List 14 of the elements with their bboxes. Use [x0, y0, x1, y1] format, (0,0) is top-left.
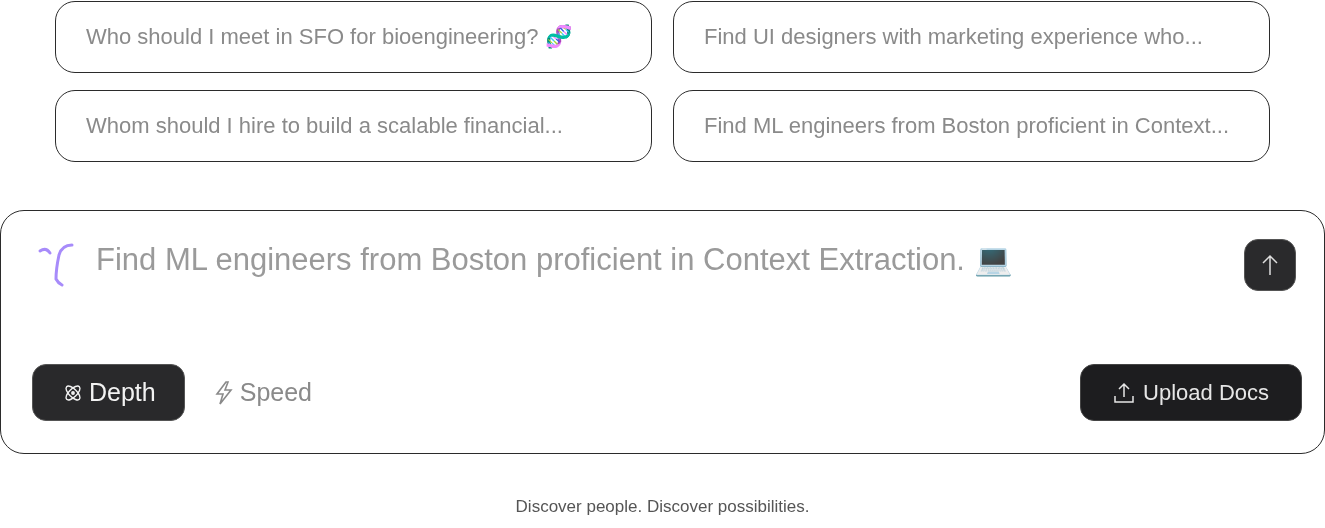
send-button[interactable] — [1244, 239, 1296, 291]
suggestion-card[interactable]: Who should I meet in SFO for bioengineering? 🧬 — [55, 1, 652, 73]
upload-icon — [1113, 381, 1136, 404]
suggestion-card[interactable]: Whom should I hire to build a scalable financial... — [55, 90, 652, 162]
tagline: Discover people. Discover possibilities. — [514, 497, 811, 517]
arrow-up-icon — [1261, 254, 1279, 276]
upload-button[interactable]: Upload Docs — [1080, 364, 1302, 421]
suggestion-card[interactable]: Find ML engineers from Boston proficient in Context... — [673, 90, 1270, 162]
lightning-icon — [213, 380, 234, 405]
atom-icon — [63, 382, 83, 403]
mode-toggle[interactable]: Depth — [32, 364, 185, 421]
suggestion-card[interactable]: Find UI designers with marketing experience who... — [673, 1, 1270, 73]
prompt-input[interactable]: Find ML engineers from Boston proficient in Context Extraction. 💻 — [96, 239, 1228, 281]
mode-toggle[interactable]: Speed — [208, 364, 317, 421]
